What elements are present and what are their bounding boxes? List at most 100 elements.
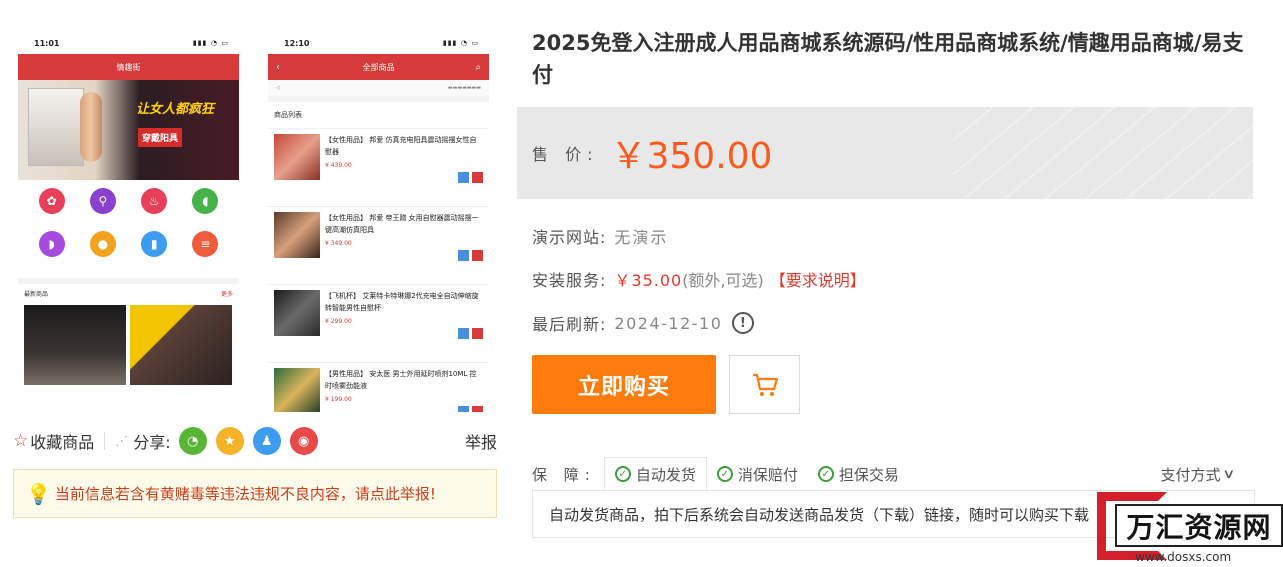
lightbulb-icon: 💡 xyxy=(26,481,51,506)
logo-name: 万汇资源网 xyxy=(1126,510,1272,544)
product-thumbnail xyxy=(274,368,320,412)
category-item: ≡ xyxy=(180,231,231,268)
category-item: ◖ xyxy=(180,188,231,225)
product-price: ¥ 199.00 xyxy=(325,396,352,403)
share-row: ☆ 收藏商品 ⋰ 分享: ◔ ★ ♟ ◉ 举报 xyxy=(13,425,497,457)
bottle-icon: ◖ xyxy=(192,188,219,214)
install-price: ￥35.00 xyxy=(614,271,683,290)
drop-icon: ● xyxy=(89,231,116,257)
gallery-image-home[interactable]: 11:01 ▮▮▮ ◔ ▭ 情趣街 让女人都疯狂 穿戴阳具 ✿ ⚲ ♨ ◖ ◗ ● ▮ ≡ 最… xyxy=(18,32,239,412)
gallery-image-list[interactable]: 12:10 ▮▮▮ ◔ ▭ ‹ 全部商品 ⌕ ◁ ▬▬▬▬▬▬▬ 商品列表 【女… xyxy=(268,32,489,412)
lingerie-icon: ◗ xyxy=(38,231,65,257)
qq-share-icon[interactable]: ♟ xyxy=(252,427,281,455)
category-item: ▮ xyxy=(129,231,180,268)
logo-url: www.dosxs.com xyxy=(1135,550,1232,564)
product-image xyxy=(80,92,102,162)
weibo-share-icon[interactable]: ◉ xyxy=(289,427,318,455)
product-info: 【女性用品】 邦爱 仿真充电阳具震动摇摆女性自慰器 ¥ 439.00 xyxy=(325,134,483,201)
report-warning-banner[interactable]: 💡 当前信息若含有黄赌毒等违法违规不良内容，请点此举报! xyxy=(13,469,497,518)
payment-method-dropdown[interactable]: 支付方式 ∨ xyxy=(1160,464,1236,485)
check-icon: ✓ xyxy=(614,466,631,482)
product-actions xyxy=(458,406,483,412)
status-time: 12:10 xyxy=(284,38,310,48)
install-note: (额外,可选) xyxy=(682,271,764,290)
tab-auto-delivery[interactable]: ✓ 自动发货 xyxy=(603,457,707,491)
install-requirements-link[interactable]: 【要求说明】 xyxy=(770,267,866,291)
cart-icon xyxy=(752,373,778,396)
buy-icon xyxy=(472,406,483,412)
cart-icon xyxy=(458,406,469,412)
refresh-label: 最后刷新: xyxy=(532,315,607,334)
product-info: 【女性用品】 邦爱 帝王蹭 女用自慰器震动摇摆一键高潮仿真阳具 ¥ 349.00 xyxy=(325,212,483,279)
qzone-share-icon[interactable]: ★ xyxy=(215,427,244,455)
exclamation-info-icon[interactable]: ! xyxy=(732,312,755,334)
cart-icon xyxy=(458,250,469,261)
banner-headline: 让女人都疯狂 xyxy=(136,102,215,117)
wechat-share-icon[interactable]: ◔ xyxy=(178,427,207,455)
tab-label: 消保赔付 xyxy=(737,465,798,484)
banner-badge: 穿戴阳具 xyxy=(138,128,183,147)
price-value: ￥350.00 xyxy=(610,136,773,177)
share-label: 分享: xyxy=(133,433,171,452)
tab-consumer-protection[interactable]: ✓ 消保赔付 xyxy=(707,457,808,491)
demo-row: 演示网站: 无演示 xyxy=(532,224,668,248)
product-price: ¥ 299.00 xyxy=(325,318,352,325)
product-actions xyxy=(458,172,483,183)
favorite-button[interactable]: ☆ 收藏商品 xyxy=(13,429,94,453)
speaker-icon: ◁ xyxy=(276,85,280,91)
star-icon: ☆ xyxy=(13,431,29,451)
install-label: 安装服务: xyxy=(532,271,607,290)
product-info: 【飞机杯】 艾莱特卡特琳娜2代充电全自动伸缩旋转智能男性自慰杯 ¥ 299.00 xyxy=(325,290,483,357)
app-header: 情趣街 xyxy=(18,54,239,80)
list-icon: ≡ xyxy=(192,231,219,257)
signal-icon: ▮▮▮ ◔ ▭ xyxy=(442,39,479,47)
category-item: ♨ xyxy=(129,188,180,225)
tab-escrow[interactable]: ✓ 担保交易 xyxy=(808,457,909,491)
status-bar: 11:01 ▮▮▮ ◔ ▭ xyxy=(18,32,239,54)
category-item: ✿ xyxy=(26,188,77,225)
search-icon: ⌕ xyxy=(475,61,481,73)
price-label: 售 价: xyxy=(532,145,599,164)
section-header: 最新商品 更多 xyxy=(18,278,239,303)
notice-bar: ◁ ▬▬▬▬▬▬▬ xyxy=(268,80,489,96)
buy-now-button[interactable]: 立即购买 xyxy=(532,355,716,414)
tab-label: 担保交易 xyxy=(838,465,899,484)
product-price: ¥ 349.00 xyxy=(325,240,352,247)
category-item: ◗ xyxy=(26,231,77,268)
product-name: 【男性用品】 安太医 男士外用延时喷剂10ML 控时喷雾劲能液 xyxy=(325,370,477,390)
warning-text: 当前信息若含有黄赌毒等违法违规不良内容，请点此举报! xyxy=(54,485,436,503)
cup-icon: ▮ xyxy=(141,231,168,257)
install-row: 安装服务: ￥35.00 (额外,可选) 【要求说明】 xyxy=(532,267,866,291)
category-item: ● xyxy=(77,231,128,268)
buy-icon xyxy=(472,172,483,183)
list-item: 【男性用品】 安太医 男士外用延时喷剂10ML 控时喷雾劲能液 ¥ 199.00 xyxy=(268,362,489,412)
category-grid: ✿ ⚲ ♨ ◖ ◗ ● ▮ ≡ xyxy=(18,180,239,268)
price-box: 售 价: ￥350.00 xyxy=(517,107,1253,199)
refresh-row: 最后刷新: 2024-12-10 ! xyxy=(532,311,755,335)
flower-icon: ✿ xyxy=(38,188,65,214)
product-price: ¥ 439.00 xyxy=(325,162,352,169)
thumbnail-row xyxy=(18,303,239,387)
product-thumbnail xyxy=(274,290,320,336)
report-link[interactable]: 举报 xyxy=(465,429,497,453)
app-header-title: 全部商品 xyxy=(362,62,395,72)
divider xyxy=(104,432,106,450)
cart-icon xyxy=(458,172,469,183)
banner-image: 让女人都疯狂 穿戴阳具 xyxy=(18,80,239,180)
status-bar: 12:10 ▮▮▮ ◔ ▭ xyxy=(268,32,489,54)
product-info: 【男性用品】 安太医 男士外用延时喷剂10ML 控时喷雾劲能液 ¥ 199.00 xyxy=(325,368,483,412)
product-thumbnail xyxy=(274,212,320,258)
list-item: 【飞机杯】 艾莱特卡特琳娜2代充电全自动伸缩旋转智能男性自慰杯 ¥ 299.00 xyxy=(268,284,489,362)
watermark-logo: 万汇资源网 www.dosxs.com xyxy=(1095,492,1283,567)
product-list: 【女性用品】 邦爱 仿真充电阳具震动摇摆女性自慰器 ¥ 439.00 【女性用品】 … xyxy=(268,128,489,412)
signal-icon: ▮▮▮ ◔ ▭ xyxy=(192,39,229,47)
buy-icon xyxy=(472,328,483,339)
status-time: 11:01 xyxy=(34,38,60,48)
add-to-cart-button[interactable] xyxy=(729,355,800,414)
favorite-label: 收藏商品 xyxy=(30,433,95,452)
check-icon: ✓ xyxy=(716,466,733,482)
chevron-down-icon: ∨ xyxy=(1222,466,1236,482)
refresh-date: 2024-12-10 xyxy=(614,313,723,333)
list-title: 商品列表 xyxy=(268,96,489,128)
guarantee-row: 保 障: ✓ 自动发货 ✓ 消保赔付 ✓ 担保交易 支付方式 ∨ xyxy=(532,457,1252,491)
